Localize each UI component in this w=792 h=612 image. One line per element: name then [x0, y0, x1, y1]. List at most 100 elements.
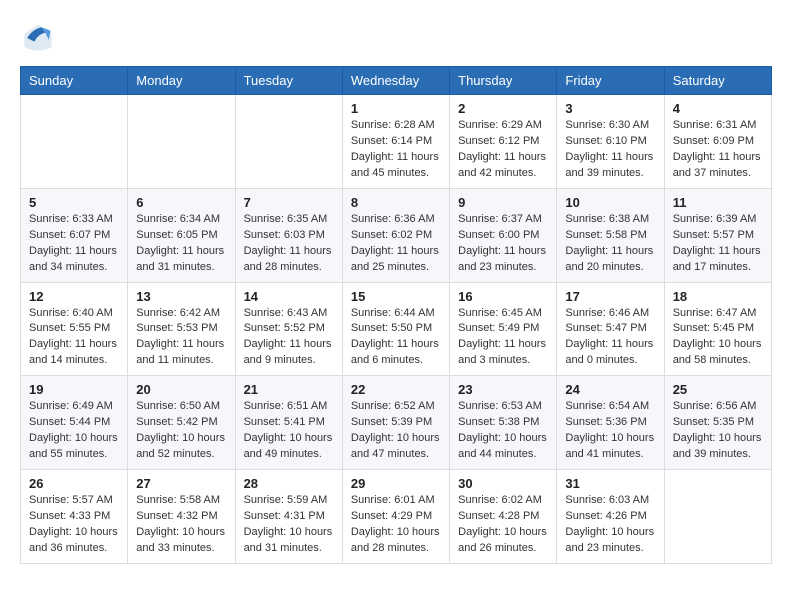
day-number: 24	[565, 382, 655, 397]
weekday-header-thursday: Thursday	[450, 67, 557, 95]
day-info: Sunrise: 6:39 AMSunset: 5:57 PMDaylight:…	[673, 212, 763, 276]
day-number: 27	[136, 476, 226, 491]
calendar-table: SundayMondayTuesdayWednesdayThursdayFrid…	[20, 66, 772, 564]
calendar-cell: 28 Sunrise: 5:59 AMSunset: 4:31 PMDayligh…	[235, 470, 342, 564]
calendar-cell: 7 Sunrise: 6:35 AMSunset: 6:03 PMDaylight…	[235, 188, 342, 282]
calendar-row-3: 12 Sunrise: 6:40 AMSunset: 5:55 PMDayligh…	[21, 282, 772, 376]
day-info: Sunrise: 6:52 AMSunset: 5:39 PMDaylight:…	[351, 399, 441, 463]
calendar-cell: 6 Sunrise: 6:34 AMSunset: 6:05 PMDaylight…	[128, 188, 235, 282]
day-info: Sunrise: 6:34 AMSunset: 6:05 PMDaylight:…	[136, 212, 226, 276]
day-number: 7	[244, 195, 334, 210]
calendar-header: SundayMondayTuesdayWednesdayThursdayFrid…	[21, 67, 772, 95]
calendar-cell: 30 Sunrise: 6:02 AMSunset: 4:28 PMDayligh…	[450, 470, 557, 564]
day-number: 6	[136, 195, 226, 210]
calendar-row-4: 19 Sunrise: 6:49 AMSunset: 5:44 PMDayligh…	[21, 376, 772, 470]
day-number: 20	[136, 382, 226, 397]
calendar-cell: 4Sunrise: 6:31 AMSunset: 6:09 PMDaylight…	[664, 95, 771, 189]
calendar-cell: 1 Sunrise: 6:28 AMSunset: 6:14 PMDaylight…	[342, 95, 449, 189]
calendar-cell: 18Sunrise: 6:47 AMSunset: 5:45 PMDayligh…	[664, 282, 771, 376]
day-info: Sunrise: 6:31 AMSunset: 6:09 PMDaylight:…	[673, 118, 763, 182]
calendar-cell: 3 Sunrise: 6:30 AMSunset: 6:10 PMDaylight…	[557, 95, 664, 189]
day-number: 9	[458, 195, 548, 210]
weekday-header-saturday: Saturday	[664, 67, 771, 95]
day-number: 17	[565, 289, 655, 304]
calendar-cell: 31Sunrise: 6:03 AMSunset: 4:26 PMDayligh…	[557, 470, 664, 564]
calendar-cell: 25Sunrise: 6:56 AMSunset: 5:35 PMDayligh…	[664, 376, 771, 470]
day-number: 21	[244, 382, 334, 397]
day-info: Sunrise: 6:33 AMSunset: 6:07 PMDaylight:…	[29, 212, 119, 276]
day-number: 12	[29, 289, 119, 304]
calendar-cell: 27 Sunrise: 5:58 AMSunset: 4:32 PMDayligh…	[128, 470, 235, 564]
calendar-cell: 15 Sunrise: 6:44 AMSunset: 5:50 PMDayligh…	[342, 282, 449, 376]
calendar-cell: 19 Sunrise: 6:49 AMSunset: 5:44 PMDayligh…	[21, 376, 128, 470]
weekday-header-monday: Monday	[128, 67, 235, 95]
calendar-cell: 11 Sunrise: 6:39 AMSunset: 5:57 PMDayligh…	[664, 188, 771, 282]
calendar-cell: 2Sunrise: 6:29 AMSunset: 6:12 PMDaylight…	[450, 95, 557, 189]
day-number: 29	[351, 476, 441, 491]
day-info: Sunrise: 6:44 AMSunset: 5:50 PMDaylight:…	[351, 306, 441, 370]
day-number: 30	[458, 476, 548, 491]
day-info: Sunrise: 6:02 AMSunset: 4:28 PMDaylight:…	[458, 493, 548, 557]
weekday-header-friday: Friday	[557, 67, 664, 95]
day-info: Sunrise: 6:01 AMSunset: 4:29 PMDaylight:…	[351, 493, 441, 557]
calendar-cell: 21Sunrise: 6:51 AMSunset: 5:41 PMDayligh…	[235, 376, 342, 470]
calendar-cell: 24Sunrise: 6:54 AMSunset: 5:36 PMDayligh…	[557, 376, 664, 470]
day-number: 2	[458, 101, 548, 116]
calendar-cell	[21, 95, 128, 189]
day-number: 23	[458, 382, 548, 397]
day-number: 1	[351, 101, 441, 116]
day-number: 5	[29, 195, 119, 210]
day-info: Sunrise: 6:40 AMSunset: 5:55 PMDaylight:…	[29, 306, 119, 370]
calendar-cell: 8 Sunrise: 6:36 AMSunset: 6:02 PMDaylight…	[342, 188, 449, 282]
day-number: 8	[351, 195, 441, 210]
calendar-cell: 14Sunrise: 6:43 AMSunset: 5:52 PMDayligh…	[235, 282, 342, 376]
day-info: Sunrise: 6:43 AMSunset: 5:52 PMDaylight:…	[244, 306, 334, 370]
calendar-cell: 13 Sunrise: 6:42 AMSunset: 5:53 PMDayligh…	[128, 282, 235, 376]
logo	[20, 20, 62, 56]
day-info: Sunrise: 6:38 AMSunset: 5:58 PMDaylight:…	[565, 212, 655, 276]
day-info: Sunrise: 6:47 AMSunset: 5:45 PMDaylight:…	[673, 306, 763, 370]
day-number: 11	[673, 195, 763, 210]
calendar-cell: 9 Sunrise: 6:37 AMSunset: 6:00 PMDaylight…	[450, 188, 557, 282]
calendar-cell: 26 Sunrise: 5:57 AMSunset: 4:33 PMDayligh…	[21, 470, 128, 564]
day-number: 3	[565, 101, 655, 116]
weekday-header-sunday: Sunday	[21, 67, 128, 95]
calendar-cell: 20Sunrise: 6:50 AMSunset: 5:42 PMDayligh…	[128, 376, 235, 470]
day-info: Sunrise: 6:49 AMSunset: 5:44 PMDaylight:…	[29, 399, 119, 463]
calendar-cell: 22 Sunrise: 6:52 AMSunset: 5:39 PMDayligh…	[342, 376, 449, 470]
day-info: Sunrise: 6:35 AMSunset: 6:03 PMDaylight:…	[244, 212, 334, 276]
day-info: Sunrise: 5:57 AMSunset: 4:33 PMDaylight:…	[29, 493, 119, 557]
calendar-cell: 29 Sunrise: 6:01 AMSunset: 4:29 PMDayligh…	[342, 470, 449, 564]
day-number: 19	[29, 382, 119, 397]
day-info: Sunrise: 6:53 AMSunset: 5:38 PMDaylight:…	[458, 399, 548, 463]
calendar-row-2: 5 Sunrise: 6:33 AMSunset: 6:07 PMDaylight…	[21, 188, 772, 282]
calendar-cell: 16 Sunrise: 6:45 AMSunset: 5:49 PMDayligh…	[450, 282, 557, 376]
day-number: 22	[351, 382, 441, 397]
calendar-cell: 12 Sunrise: 6:40 AMSunset: 5:55 PMDayligh…	[21, 282, 128, 376]
calendar-cell: 17 Sunrise: 6:46 AMSunset: 5:47 PMDayligh…	[557, 282, 664, 376]
day-info: Sunrise: 6:28 AMSunset: 6:14 PMDaylight:…	[351, 118, 441, 182]
day-info: Sunrise: 6:03 AMSunset: 4:26 PMDaylight:…	[565, 493, 655, 557]
calendar-cell: 23 Sunrise: 6:53 AMSunset: 5:38 PMDayligh…	[450, 376, 557, 470]
calendar-cell: 10 Sunrise: 6:38 AMSunset: 5:58 PMDayligh…	[557, 188, 664, 282]
day-info: Sunrise: 6:36 AMSunset: 6:02 PMDaylight:…	[351, 212, 441, 276]
day-info: Sunrise: 6:45 AMSunset: 5:49 PMDaylight:…	[458, 306, 548, 370]
calendar-row-1: 1 Sunrise: 6:28 AMSunset: 6:14 PMDaylight…	[21, 95, 772, 189]
day-number: 10	[565, 195, 655, 210]
day-number: 28	[244, 476, 334, 491]
logo-icon	[20, 20, 56, 56]
day-info: Sunrise: 5:59 AMSunset: 4:31 PMDaylight:…	[244, 493, 334, 557]
day-number: 26	[29, 476, 119, 491]
page-header	[20, 20, 772, 56]
day-info: Sunrise: 6:37 AMSunset: 6:00 PMDaylight:…	[458, 212, 548, 276]
day-number: 15	[351, 289, 441, 304]
day-info: Sunrise: 5:58 AMSunset: 4:32 PMDaylight:…	[136, 493, 226, 557]
day-info: Sunrise: 6:42 AMSunset: 5:53 PMDaylight:…	[136, 306, 226, 370]
day-number: 16	[458, 289, 548, 304]
day-number: 13	[136, 289, 226, 304]
day-info: Sunrise: 6:46 AMSunset: 5:47 PMDaylight:…	[565, 306, 655, 370]
day-info: Sunrise: 6:30 AMSunset: 6:10 PMDaylight:…	[565, 118, 655, 182]
calendar-row-5: 26 Sunrise: 5:57 AMSunset: 4:33 PMDayligh…	[21, 470, 772, 564]
weekday-header-wednesday: Wednesday	[342, 67, 449, 95]
day-number: 25	[673, 382, 763, 397]
